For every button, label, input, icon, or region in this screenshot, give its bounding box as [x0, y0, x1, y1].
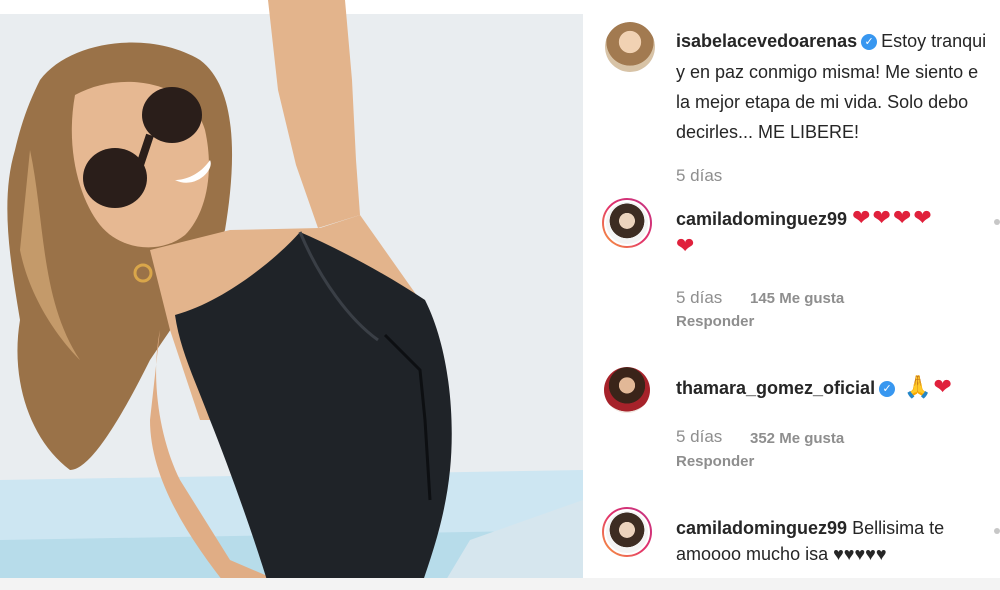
caption-line-1: isabelacevedoarenas ✓ Estoy tranqui	[676, 28, 986, 54]
comments-panel: isabelacevedoarenas ✓ Estoy tranqui y en p…	[583, 0, 1000, 590]
comment-3-username[interactable]: camiladominguez99	[676, 518, 847, 538]
commenter-avatar[interactable]	[602, 198, 652, 248]
comment-2-likes[interactable]: 352 Me gusta	[750, 430, 844, 447]
comment-2-username[interactable]: thamara_gomez_oficial	[676, 378, 875, 398]
comment-2-timestamp[interactable]: 5 días	[676, 427, 722, 447]
woman-in-swimsuit-photo	[0, 0, 583, 590]
verified-badge-icon: ✓	[861, 34, 878, 50]
instagram-post-view: isabelacevedoarenas ✓ Estoy tranqui y en p…	[0, 0, 1000, 590]
caption-line-2: y en paz conmigo misma! Me siento e	[676, 62, 979, 82]
caption-timestamp[interactable]: 5 días	[676, 166, 722, 186]
more-options-icon[interactable]	[994, 528, 1000, 534]
comment-1-timestamp[interactable]: 5 días	[676, 288, 722, 308]
heart-emoji: ❤❤❤❤	[852, 205, 934, 230]
comment-3-line-2: amoooo mucho isa ♥♥♥♥♥	[676, 544, 887, 564]
comment-1-line-2: ❤	[676, 233, 696, 260]
verified-badge-icon: ✓	[879, 381, 896, 397]
more-options-icon[interactable]	[994, 219, 1000, 225]
comment-2-reply-button[interactable]: Responder	[676, 453, 754, 470]
bottom-border	[0, 578, 1000, 590]
caption-line-4: decirles... ME LIBERE!	[676, 122, 860, 142]
comment-1-line-1: camiladominguez99 ❤❤❤❤	[676, 205, 934, 232]
author-avatar[interactable]	[605, 22, 655, 72]
caption-text-1: Estoy tranqui	[881, 31, 987, 51]
caption-line-3: la mejor etapa de mi vida. Solo debo	[676, 92, 969, 112]
post-photo[interactable]	[0, 0, 583, 590]
comment-1-likes[interactable]: 145 Me gusta	[750, 290, 844, 307]
heart-emoji: ❤	[676, 233, 697, 258]
comment-2-line-1: thamara_gomez_oficial ✓ 🙏❤	[676, 374, 954, 401]
commenter-avatar[interactable]	[602, 365, 652, 415]
author-username[interactable]: isabelacevedoarenas	[676, 31, 857, 51]
commenter-avatar[interactable]	[602, 507, 652, 557]
comment-1-username[interactable]: camiladominguez99	[676, 209, 847, 229]
comment-3-line-1: camiladominguez99 Bellisima te	[676, 515, 944, 541]
comment-3-text-1: Bellisima te	[852, 518, 945, 538]
pray-heart-emoji: 🙏❤	[904, 374, 954, 399]
comment-1-reply-button[interactable]: Responder	[676, 313, 754, 330]
